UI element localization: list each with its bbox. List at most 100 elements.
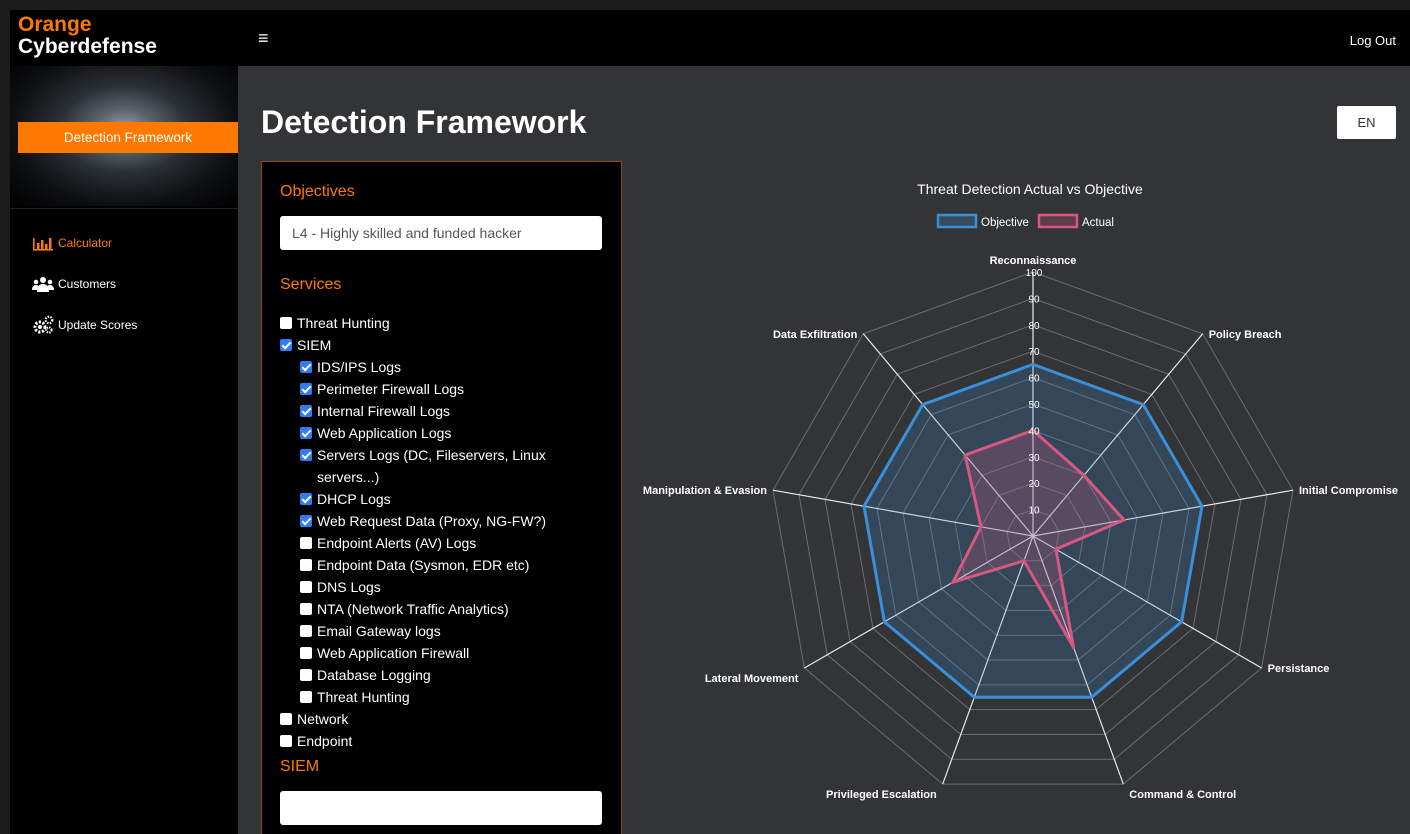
- tick-label: 80: [1028, 321, 1040, 332]
- axis-label: Persistance: [1268, 663, 1330, 675]
- data-point: [862, 504, 866, 508]
- language-selector[interactable]: EN: [1337, 106, 1396, 139]
- sidebar-item-label: Calculator: [58, 236, 113, 250]
- data-point: [979, 525, 983, 529]
- checkbox-unchecked[interactable]: [280, 735, 292, 747]
- tick-label: 30: [1028, 453, 1040, 464]
- divider: [10, 208, 238, 209]
- service-checkbox-row[interactable]: Perimeter Firewall Logs: [280, 378, 557, 400]
- data-point: [921, 403, 925, 407]
- legend-label: Actual: [1082, 217, 1114, 229]
- sidebar-item-label: Update Scores: [58, 318, 138, 332]
- service-label: Web Application Firewall: [317, 645, 470, 661]
- service-checkbox-row[interactable]: Web Application Firewall: [280, 642, 557, 664]
- legend-swatch: [1037, 213, 1079, 229]
- axis-label: Policy Breach: [1209, 329, 1282, 341]
- service-checkbox-row[interactable]: Endpoint Data (Sysmon, EDR etc): [280, 554, 557, 576]
- checkbox-unchecked[interactable]: [300, 691, 312, 703]
- checkbox-checked[interactable]: [280, 339, 292, 351]
- sidebar-item-customers[interactable]: Customers: [32, 273, 137, 295]
- logout-link[interactable]: Log Out: [1350, 33, 1396, 48]
- legend-swatch: [936, 213, 978, 229]
- service-label: DHCP Logs: [317, 491, 391, 507]
- checkbox-checked[interactable]: [300, 361, 312, 373]
- tick-label: 10: [1028, 506, 1040, 517]
- checkbox-unchecked[interactable]: [300, 647, 312, 659]
- sidebar-item-calculator[interactable]: Calculator: [32, 232, 137, 254]
- data-point: [1180, 620, 1184, 624]
- hamburger-icon[interactable]: ≡: [258, 28, 269, 49]
- service-checkbox-row[interactable]: Endpoint: [280, 730, 557, 752]
- data-point: [1082, 473, 1086, 477]
- top-bar: Orange Cyberdefense ≡ Log Out: [10, 10, 1410, 66]
- axis-label: Command & Control: [1129, 789, 1236, 801]
- service-checkbox-row[interactable]: Servers Logs (DC, Fileservers, Linux ser…: [280, 444, 557, 488]
- checkbox-checked[interactable]: [300, 383, 312, 395]
- sidebar-item-label: Customers: [58, 277, 117, 291]
- siem-heading: SIEM: [280, 758, 320, 775]
- checkbox-unchecked[interactable]: [300, 581, 312, 593]
- checkbox-unchecked[interactable]: [300, 537, 312, 549]
- checkbox-unchecked[interactable]: [300, 669, 312, 681]
- service-label: Internal Firewall Logs: [317, 403, 451, 419]
- checkbox-unchecked[interactable]: [280, 317, 292, 329]
- service-checkbox-row[interactable]: Web Application Logs: [280, 422, 557, 444]
- service-label: NTA (Network Traffic Analytics): [317, 601, 509, 617]
- brand-logo[interactable]: Orange Cyberdefense: [18, 14, 157, 57]
- service-checkbox-row[interactable]: IDS/IPS Logs: [280, 356, 557, 378]
- checkbox-unchecked[interactable]: [300, 559, 312, 571]
- service-label: IDS/IPS Logs: [317, 359, 402, 375]
- tick-label: 50: [1028, 400, 1040, 411]
- data-point: [951, 580, 955, 584]
- radar-chart: Threat Detection Actual vs Objective Obje…: [643, 181, 1398, 801]
- data-point: [882, 620, 886, 624]
- service-label: DNS Logs: [317, 579, 381, 595]
- service-label: Web Request Data (Proxy, NG-FW?): [317, 513, 546, 529]
- brand-line-2: Cyberdefense: [18, 35, 157, 58]
- service-label: Web Application Logs: [317, 425, 452, 441]
- service-checkbox-row[interactable]: SIEM: [280, 334, 557, 356]
- sidebar-item-update-scores[interactable]: Update Scores: [32, 314, 137, 336]
- configuration-panel: Objectives L4 - Highly skilled and funde…: [261, 161, 622, 834]
- checkbox-unchecked[interactable]: [280, 713, 292, 725]
- tick-label: 60: [1028, 374, 1040, 385]
- checkbox-unchecked[interactable]: [300, 625, 312, 637]
- services-heading: Services: [280, 276, 342, 293]
- checkbox-checked[interactable]: [300, 449, 312, 461]
- checkbox-checked[interactable]: [300, 493, 312, 505]
- data-point: [1122, 518, 1126, 522]
- service-checkbox-row[interactable]: DNS Logs: [280, 576, 557, 598]
- detection-framework-button[interactable]: Detection Framework: [18, 122, 238, 153]
- service-checkbox-row[interactable]: Network: [280, 708, 557, 730]
- sidebar-nav: Calculator Customers Update Scores: [32, 232, 137, 355]
- service-label: Perimeter Firewall Logs: [317, 381, 465, 397]
- data-point: [1022, 559, 1026, 563]
- app-window: Orange Cyberdefense ≡ Log Out Detection …: [10, 10, 1410, 834]
- checkbox-checked[interactable]: [300, 427, 312, 439]
- tick-label: 70: [1028, 347, 1040, 358]
- siem-input[interactable]: [280, 791, 602, 825]
- checkbox-checked[interactable]: [300, 515, 312, 527]
- data-point: [963, 453, 967, 457]
- service-checkbox-row[interactable]: Web Request Data (Proxy, NG-FW?): [280, 510, 557, 532]
- service-label: Endpoint: [297, 733, 353, 749]
- service-label: SIEM: [297, 337, 332, 353]
- service-checkbox-row[interactable]: Internal Firewall Logs: [280, 400, 557, 422]
- service-checkbox-row[interactable]: Email Gateway logs: [280, 620, 557, 642]
- tick-label: 20: [1028, 479, 1040, 490]
- service-checkbox-row[interactable]: Threat Hunting: [280, 686, 557, 708]
- checkbox-unchecked[interactable]: [300, 603, 312, 615]
- service-checkbox-row[interactable]: Endpoint Alerts (AV) Logs: [280, 532, 557, 554]
- sidebar: Detection Framework Calculator Customers…: [10, 66, 238, 834]
- service-checkbox-row[interactable]: Database Logging: [280, 664, 557, 686]
- axis-label: Reconnaissance: [990, 255, 1077, 267]
- service-checkbox-row[interactable]: NTA (Network Traffic Analytics): [280, 598, 557, 620]
- checkbox-checked[interactable]: [300, 405, 312, 417]
- data-point: [1054, 547, 1058, 551]
- service-checkbox-row[interactable]: Threat Hunting: [280, 312, 557, 334]
- service-label: Email Gateway logs: [317, 623, 441, 639]
- legend-label: Objective: [981, 217, 1029, 229]
- objective-select[interactable]: L4 - Highly skilled and funded hacker: [280, 216, 602, 250]
- service-checkbox-row[interactable]: DHCP Logs: [280, 488, 557, 510]
- service-label: Threat Hunting: [297, 315, 390, 331]
